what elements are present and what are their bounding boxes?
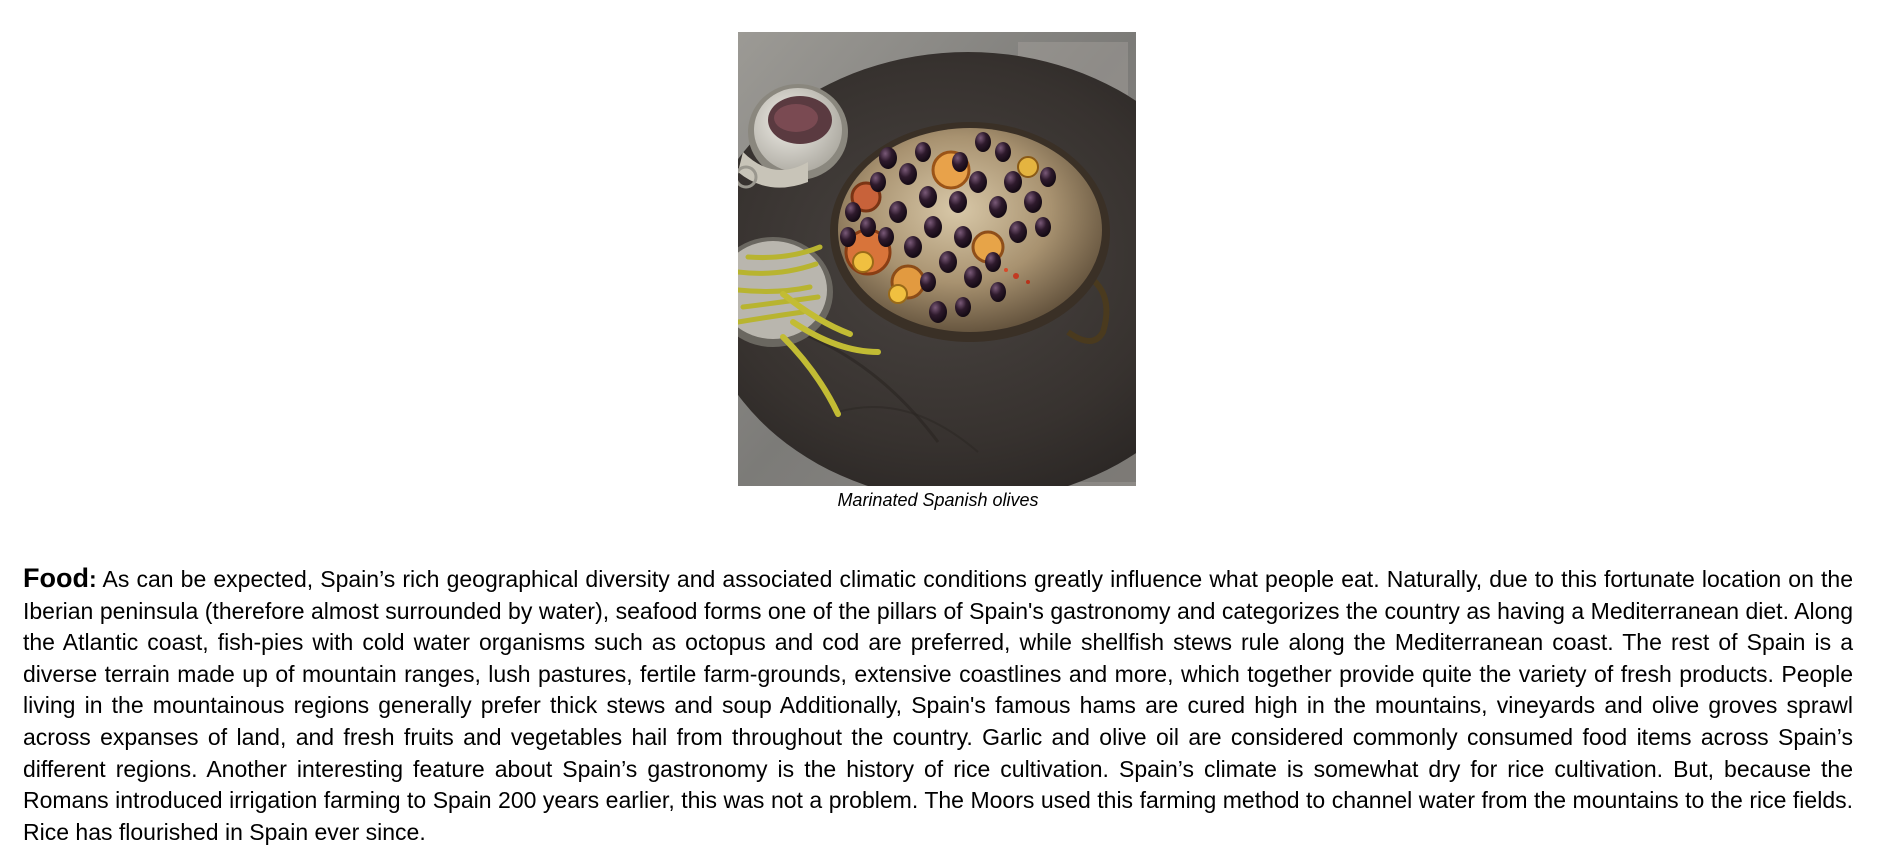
marinated-olives-photo — [738, 32, 1136, 486]
section-text: As can be expected, Spain’s rich geograp… — [23, 566, 1853, 845]
section-heading: Food — [23, 563, 89, 593]
figure — [738, 32, 1136, 486]
heading-colon: : — [88, 566, 97, 592]
figure-caption: Marinated Spanish olives — [837, 490, 1039, 510]
food-paragraph: Food: As can be expected, Spain’s rich g… — [23, 563, 1853, 848]
